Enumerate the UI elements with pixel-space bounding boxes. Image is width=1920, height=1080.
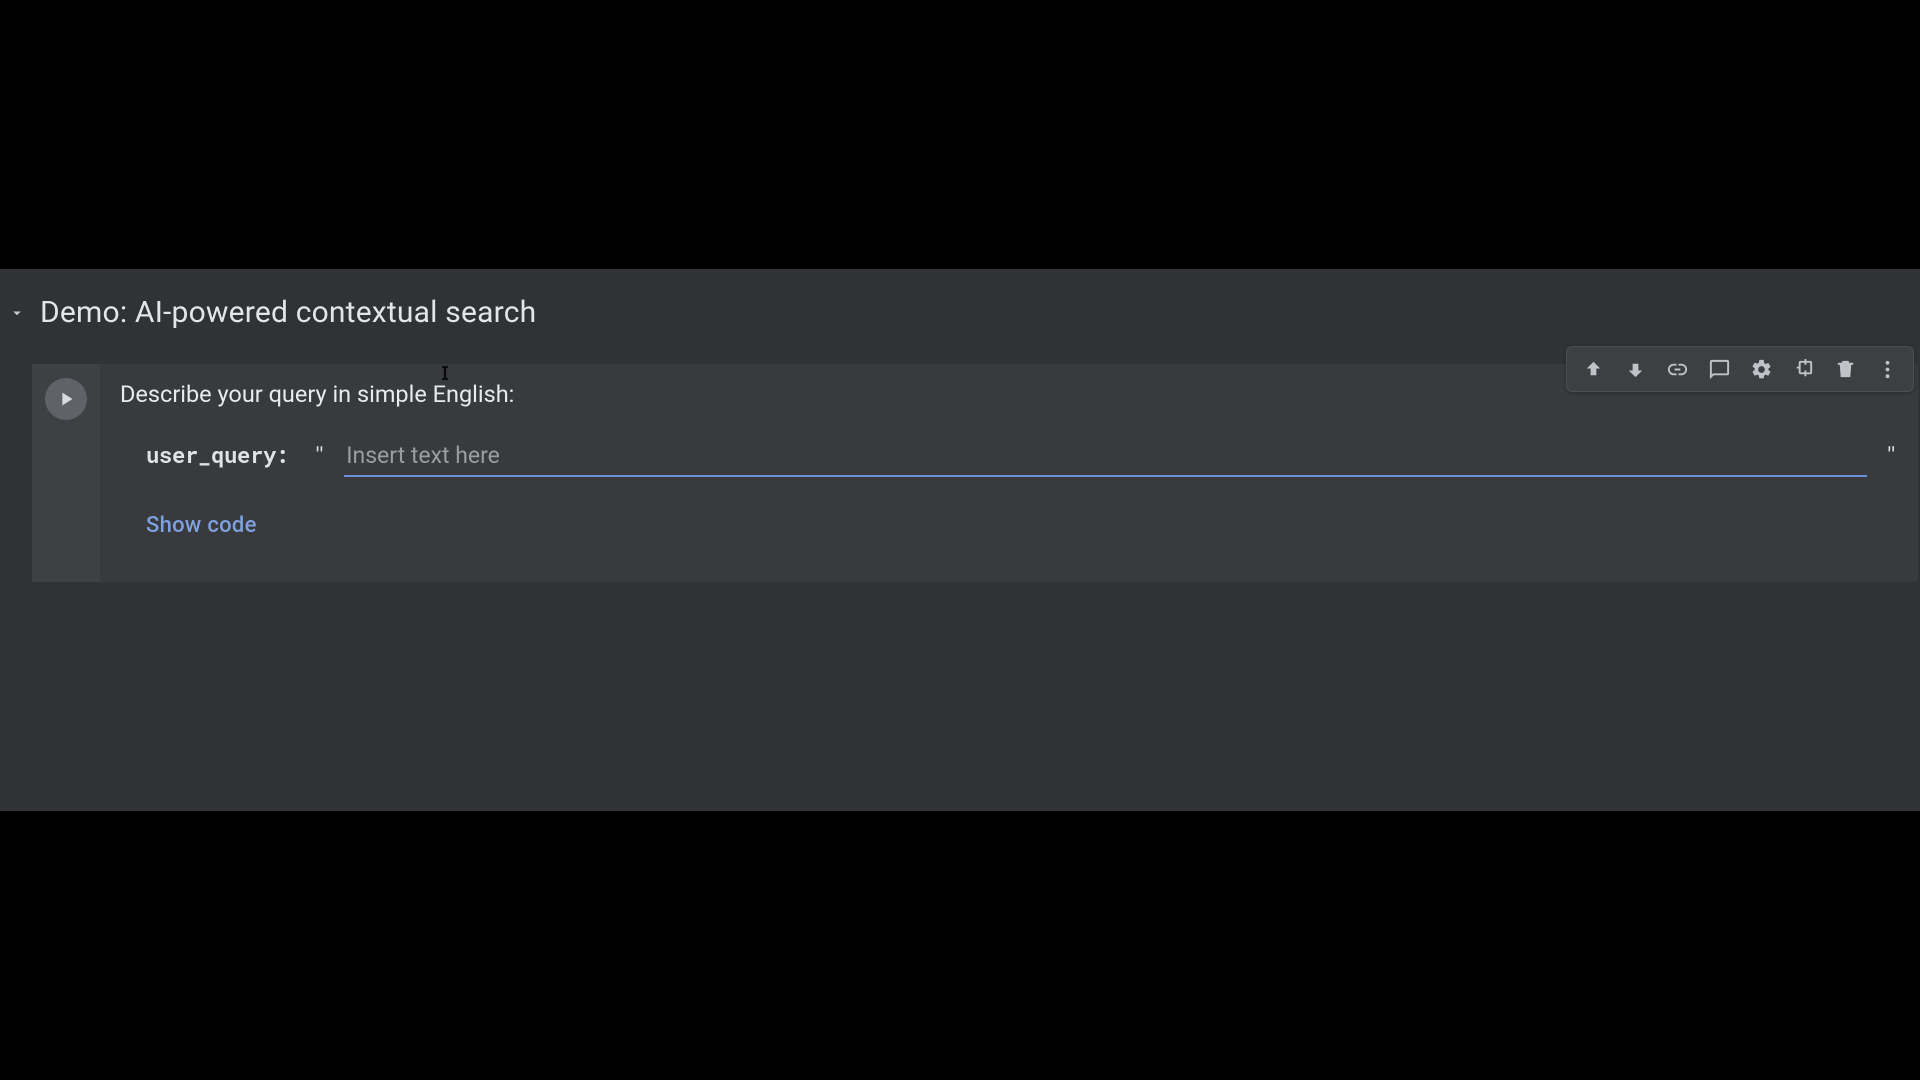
quote-close: " — [1885, 440, 1898, 469]
show-code-link[interactable]: Show code — [146, 513, 257, 538]
param-name: user_query: — [146, 440, 289, 469]
quote-open: " — [313, 440, 326, 469]
collapse-toggle[interactable] — [6, 302, 28, 324]
section-title: Demo: AI-powered contextual search — [40, 295, 536, 330]
form-cell: Describe your query in simple English: u… — [32, 364, 1918, 582]
param-row: user_query: " " — [120, 440, 1898, 477]
run-button[interactable] — [45, 378, 87, 420]
notebook-viewport: Demo: AI-powered contextual search — [0, 269, 1920, 811]
user-query-input[interactable] — [344, 440, 1867, 477]
section-header: Demo: AI-powered contextual search — [0, 269, 1920, 330]
cell-prompt: Describe your query in simple English: — [120, 380, 1898, 408]
cell-gutter — [32, 364, 100, 582]
